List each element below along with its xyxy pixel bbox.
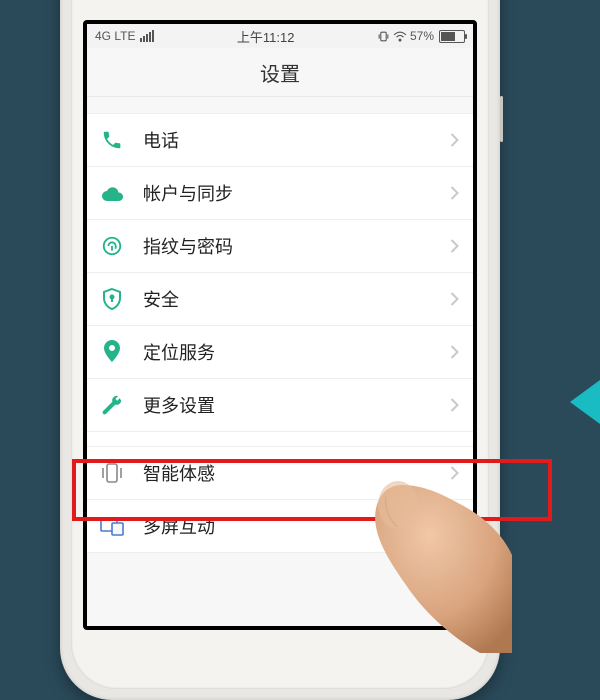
row-fingerprint-password[interactable]: 指纹与密码 <box>87 220 473 273</box>
row-label: 指纹与密码 <box>143 233 450 259</box>
row-label: 多屏互动 <box>143 513 450 539</box>
overlay-wedge <box>570 380 600 424</box>
screen-frame: 4G LTE 上午11:12 57% 设置 <box>83 20 477 630</box>
row-multi-screen[interactable]: 多屏互动 <box>87 500 473 553</box>
row-security[interactable]: 安全 <box>87 273 473 326</box>
chevron-right-icon <box>450 292 459 306</box>
screen: 4G LTE 上午11:12 57% 设置 <box>87 24 473 626</box>
cloud-icon <box>99 180 125 206</box>
chevron-right-icon <box>450 186 459 200</box>
status-bar: 4G LTE 上午11:12 57% <box>87 24 473 48</box>
power-button <box>500 96 503 142</box>
motion-icon <box>99 460 125 486</box>
shield-icon <box>99 286 125 312</box>
chevron-right-icon <box>450 398 459 412</box>
row-phone[interactable]: 电话 <box>87 113 473 167</box>
row-location-services[interactable]: 定位服务 <box>87 326 473 379</box>
vibrate-icon <box>377 30 390 43</box>
row-more-settings[interactable]: 更多设置 <box>87 379 473 432</box>
page-title: 设置 <box>87 48 473 97</box>
row-accounts-sync[interactable]: 帐户与同步 <box>87 167 473 220</box>
row-label: 智能体感 <box>143 460 450 486</box>
battery-pct: 57% <box>410 29 434 43</box>
location-icon <box>99 339 125 365</box>
row-label: 定位服务 <box>143 339 450 365</box>
clock: 上午11:12 <box>154 27 377 46</box>
fingerprint-icon <box>99 233 125 259</box>
chevron-right-icon <box>450 345 459 359</box>
row-label: 安全 <box>143 286 450 312</box>
chevron-right-icon <box>450 519 459 533</box>
chevron-right-icon <box>450 133 459 147</box>
row-label: 电话 <box>143 127 450 153</box>
phone-icon <box>99 127 125 153</box>
settings-list: 电话 帐户与同步 指纹与密码 <box>87 113 473 553</box>
phone-chassis: vivo 4G LTE 上午11:12 57% <box>60 0 500 700</box>
row-smart-motion[interactable]: 智能体感 <box>87 446 473 500</box>
chevron-right-icon <box>450 466 459 480</box>
signal-icon <box>140 30 154 42</box>
battery-icon <box>439 30 465 43</box>
row-label: 更多设置 <box>143 392 450 418</box>
network-label: 4G LTE <box>95 29 135 43</box>
screens-icon <box>99 513 125 539</box>
wrench-icon <box>99 392 125 418</box>
wifi-icon <box>393 30 407 42</box>
chevron-right-icon <box>450 239 459 253</box>
row-label: 帐户与同步 <box>143 180 450 206</box>
